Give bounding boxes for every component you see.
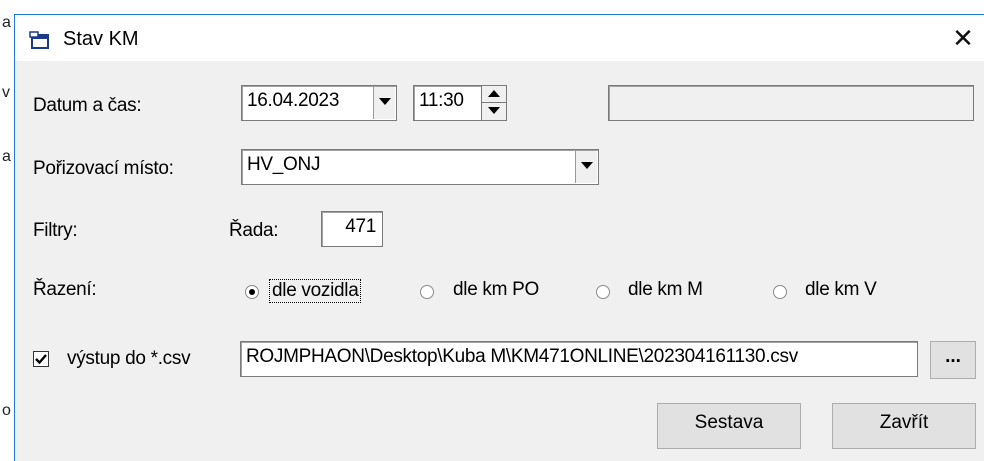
- sort-option-label[interactable]: dle km V: [805, 279, 877, 301]
- browse-button[interactable]: ...: [930, 341, 976, 379]
- datetime-label: Datum a čas:: [33, 95, 142, 116]
- close-button[interactable]: Zavřít: [832, 403, 976, 449]
- spinner-down-icon[interactable]: [482, 103, 506, 120]
- csv-checkbox[interactable]: [33, 351, 49, 367]
- place-label: Pořizovací místo:: [33, 158, 174, 179]
- sort-option-label[interactable]: dle vozidla: [269, 279, 362, 303]
- close-icon[interactable]: ✕: [946, 23, 980, 53]
- background-window-edge: a v a o: [0, 0, 14, 461]
- sort-label: Řazení:: [33, 279, 97, 300]
- background-text: o: [2, 402, 11, 419]
- chevron-down-icon[interactable]: [575, 151, 597, 183]
- rada-value: 471: [345, 216, 376, 237]
- time-spinner[interactable]: [481, 85, 507, 121]
- date-picker[interactable]: 16.04.2023: [241, 85, 397, 121]
- radio-button[interactable]: [420, 285, 434, 299]
- sort-option-label[interactable]: dle km M: [628, 279, 703, 301]
- place-value: HV_ONJ: [247, 154, 321, 175]
- radio-button[interactable]: [773, 285, 787, 299]
- title-bar: Stav KM ✕: [15, 15, 984, 61]
- report-button[interactable]: Sestava: [657, 403, 801, 449]
- stav-km-dialog: Stav KM ✕ Datum a čas: 16.04.2023 11:30 …: [14, 14, 984, 461]
- background-text: a: [2, 148, 11, 165]
- spinner-up-icon[interactable]: [482, 86, 506, 103]
- filters-label: Filtry:: [33, 220, 78, 241]
- csv-path-input[interactable]: ROJMPHAON\Desktop\Kuba M\KM471ONLINE\202…: [240, 341, 918, 377]
- sort-option-label[interactable]: dle km PO: [453, 279, 539, 301]
- time-field[interactable]: 11:30: [413, 85, 483, 121]
- chevron-down-icon[interactable]: [373, 87, 395, 119]
- info-field: [608, 85, 974, 121]
- background-text: a: [2, 14, 11, 31]
- place-select[interactable]: HV_ONJ: [241, 149, 599, 185]
- date-value: 16.04.2023: [247, 90, 340, 111]
- window-title: Stav KM: [63, 28, 139, 50]
- checkmark-icon: [35, 354, 47, 365]
- time-value: 11:30: [419, 90, 464, 111]
- csv-label[interactable]: výstup do *.csv: [67, 348, 191, 370]
- background-text: v: [2, 84, 10, 101]
- radio-button[interactable]: [245, 285, 259, 299]
- rada-input[interactable]: 471: [321, 211, 383, 247]
- radio-button[interactable]: [596, 285, 610, 299]
- rada-label: Řada:: [229, 220, 279, 241]
- window-app-icon: [29, 31, 49, 49]
- csv-path-value: ROJMPHAON\Desktop\Kuba M\KM471ONLINE\202…: [246, 346, 798, 367]
